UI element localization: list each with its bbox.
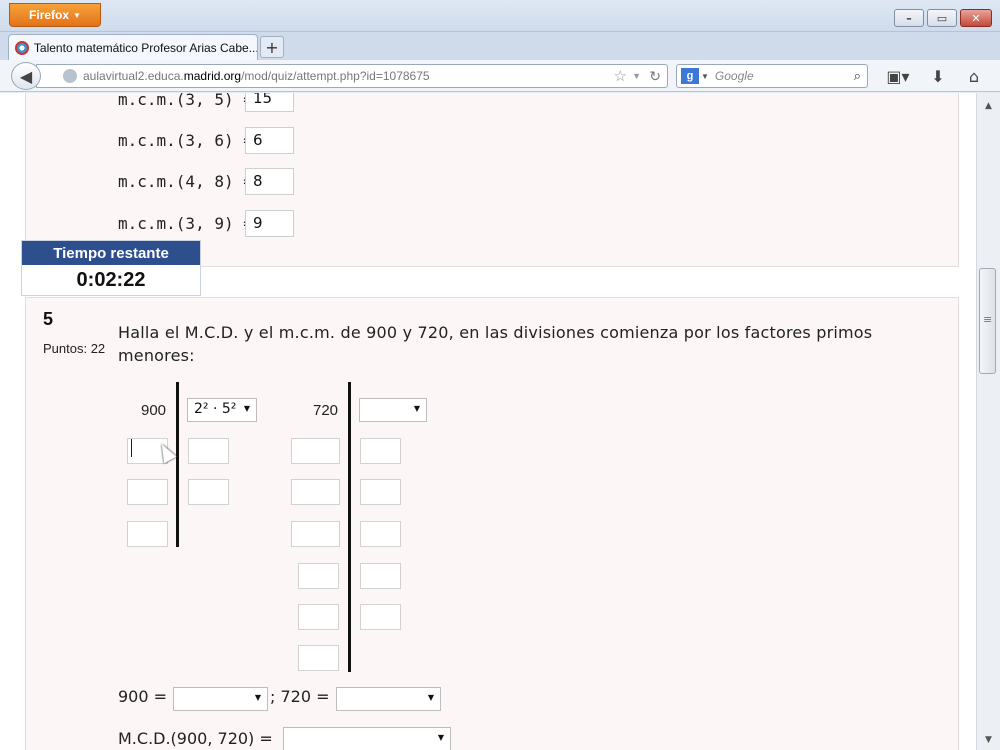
url-history-dropdown-icon[interactable]: ▼ [632, 71, 641, 81]
reload-icon[interactable]: ↻ [649, 68, 661, 85]
url-prefix: aulavirtual2.educa. [83, 69, 184, 83]
download-arrow-icon: ⬇ [931, 66, 945, 86]
new-tab-button[interactable]: + [260, 36, 284, 58]
quotient-input[interactable] [298, 645, 339, 671]
factor-input[interactable] [188, 479, 229, 505]
tab-current[interactable]: Talento matemático Profesor Arias Cabe..… [8, 34, 258, 60]
bookmark-star-icon[interactable]: ☆ [614, 67, 627, 85]
division-number-720: 720 [313, 402, 339, 419]
question-points: Puntos: 22 [43, 341, 106, 356]
firefox-menu-button[interactable]: Firefox ▼ [9, 3, 101, 27]
factor-input[interactable] [188, 438, 229, 464]
division-number-900: 900 [141, 402, 167, 419]
factorization-900-label: 900 = [118, 687, 168, 706]
factor-input[interactable] [360, 604, 401, 630]
lcm-answer-input[interactable]: 8 [245, 168, 294, 195]
factor-select[interactable]: 2² · 5² ▼ [187, 398, 257, 422]
lcm-row-label: m.c.m.(3, 5) = [118, 93, 253, 109]
home-icon: ⌂ [968, 66, 980, 86]
factor-select[interactable]: ▼ [359, 398, 427, 422]
quotient-input[interactable] [127, 521, 168, 547]
lcm-row-label: m.c.m.(4, 8) = [118, 172, 253, 191]
search-engine-dropdown-icon[interactable]: ▼ [701, 72, 709, 81]
back-arrow-icon: ◀ [19, 66, 33, 86]
plus-icon: + [265, 37, 279, 57]
lcm-row-label: m.c.m.(3, 6) = [118, 131, 253, 150]
quotient-input[interactable] [298, 563, 339, 589]
chevron-down-icon: ▼ [254, 693, 261, 702]
factorization-900-select[interactable]: ▼ [173, 687, 268, 711]
firefox-menu-label: Firefox [29, 8, 70, 22]
page-viewport: m.c.m.(3, 5) = 15 m.c.m.(3, 6) = 6 m.c.m… [0, 93, 976, 750]
url-path: /mod/quiz/attempt.php?id=1078675 [241, 69, 430, 83]
maximize-button[interactable]: ▭ [927, 9, 957, 27]
factor-input[interactable] [360, 438, 401, 464]
chevron-down-icon: ▼ [243, 404, 250, 413]
timer-title: Tiempo restante [22, 241, 200, 265]
navigation-bar: ◀ aulavirtual2.educa. madrid.org/mod/quiz… [0, 60, 1000, 92]
url-bar[interactable]: aulavirtual2.educa. madrid.org/mod/quiz/a… [36, 64, 668, 88]
chevron-down-icon: ▼ [73, 10, 81, 20]
factor-input[interactable] [360, 479, 401, 505]
factorization-720-label: ; 720 = [270, 687, 330, 706]
quotient-input[interactable] [298, 604, 339, 630]
vertical-scrollbar[interactable]: ▲ ▼ [976, 93, 1000, 750]
chevron-down-icon: ▼ [437, 733, 444, 742]
quotient-input[interactable] [291, 438, 340, 464]
scrollbar-thumb[interactable] [979, 268, 996, 374]
bookmarks-icon: ▣▾ [886, 66, 910, 86]
question-text: Halla el M.C.D. y el m.c.m. de 900 y 720… [118, 323, 873, 365]
url-domain: madrid.org [183, 69, 242, 83]
window-controls: – ▭ ✕ [894, 9, 992, 27]
text-cursor [131, 439, 132, 457]
close-button[interactable]: ✕ [960, 9, 992, 27]
tab-bar: Talento matemático Profesor Arias Cabe..… [0, 32, 1000, 60]
division-line-right [348, 382, 351, 672]
search-placeholder: Google [714, 69, 754, 83]
division-line-left [176, 382, 179, 547]
factor-input[interactable] [360, 521, 401, 547]
factor-input[interactable] [360, 563, 401, 589]
globe-icon [63, 69, 77, 83]
scroll-down-icon[interactable]: ▼ [980, 731, 997, 748]
google-icon[interactable]: g [681, 68, 699, 84]
home-button[interactable]: ⌂ [963, 66, 985, 86]
bookmarks-button[interactable]: ▣▾ [882, 66, 914, 86]
quotient-input[interactable] [127, 479, 168, 505]
timer-value: 0:02:22 [76, 269, 146, 291]
back-button[interactable]: ◀ [11, 62, 41, 90]
search-icon[interactable]: ⌕ [854, 68, 861, 84]
lcm-row-label: m.c.m.(3, 9) = [118, 214, 253, 233]
lcm-answer-input[interactable]: 15 [245, 93, 294, 112]
chevron-down-icon: ▼ [413, 404, 420, 413]
quotient-input[interactable] [291, 521, 340, 547]
favicon-icon [15, 40, 29, 55]
scroll-up-icon[interactable]: ▲ [980, 97, 997, 114]
minimize-button[interactable]: – [894, 9, 924, 27]
mcd-select[interactable]: ▼ [283, 727, 451, 750]
factorization-720-select[interactable]: ▼ [336, 687, 441, 711]
tab-title: Talento matemático Profesor Arias Cabe..… [33, 40, 257, 55]
question-number: 5 [43, 309, 54, 329]
mcd-label: M.C.D.(900, 720) = [118, 729, 273, 748]
lcm-answer-input[interactable]: 6 [245, 127, 294, 154]
title-bar: Firefox ▼ – ▭ ✕ [0, 0, 1000, 32]
quotient-input[interactable] [291, 479, 340, 505]
timer-panel: Tiempo restante 0:02:22 [21, 240, 201, 296]
factor-select-value: 2² · 5² [194, 401, 237, 417]
search-bar[interactable]: g ▼ Google ⌕ [676, 64, 868, 88]
downloads-button[interactable]: ⬇ [928, 66, 948, 86]
chevron-down-icon: ▼ [427, 693, 434, 702]
lcm-answer-input[interactable]: 9 [245, 210, 294, 237]
